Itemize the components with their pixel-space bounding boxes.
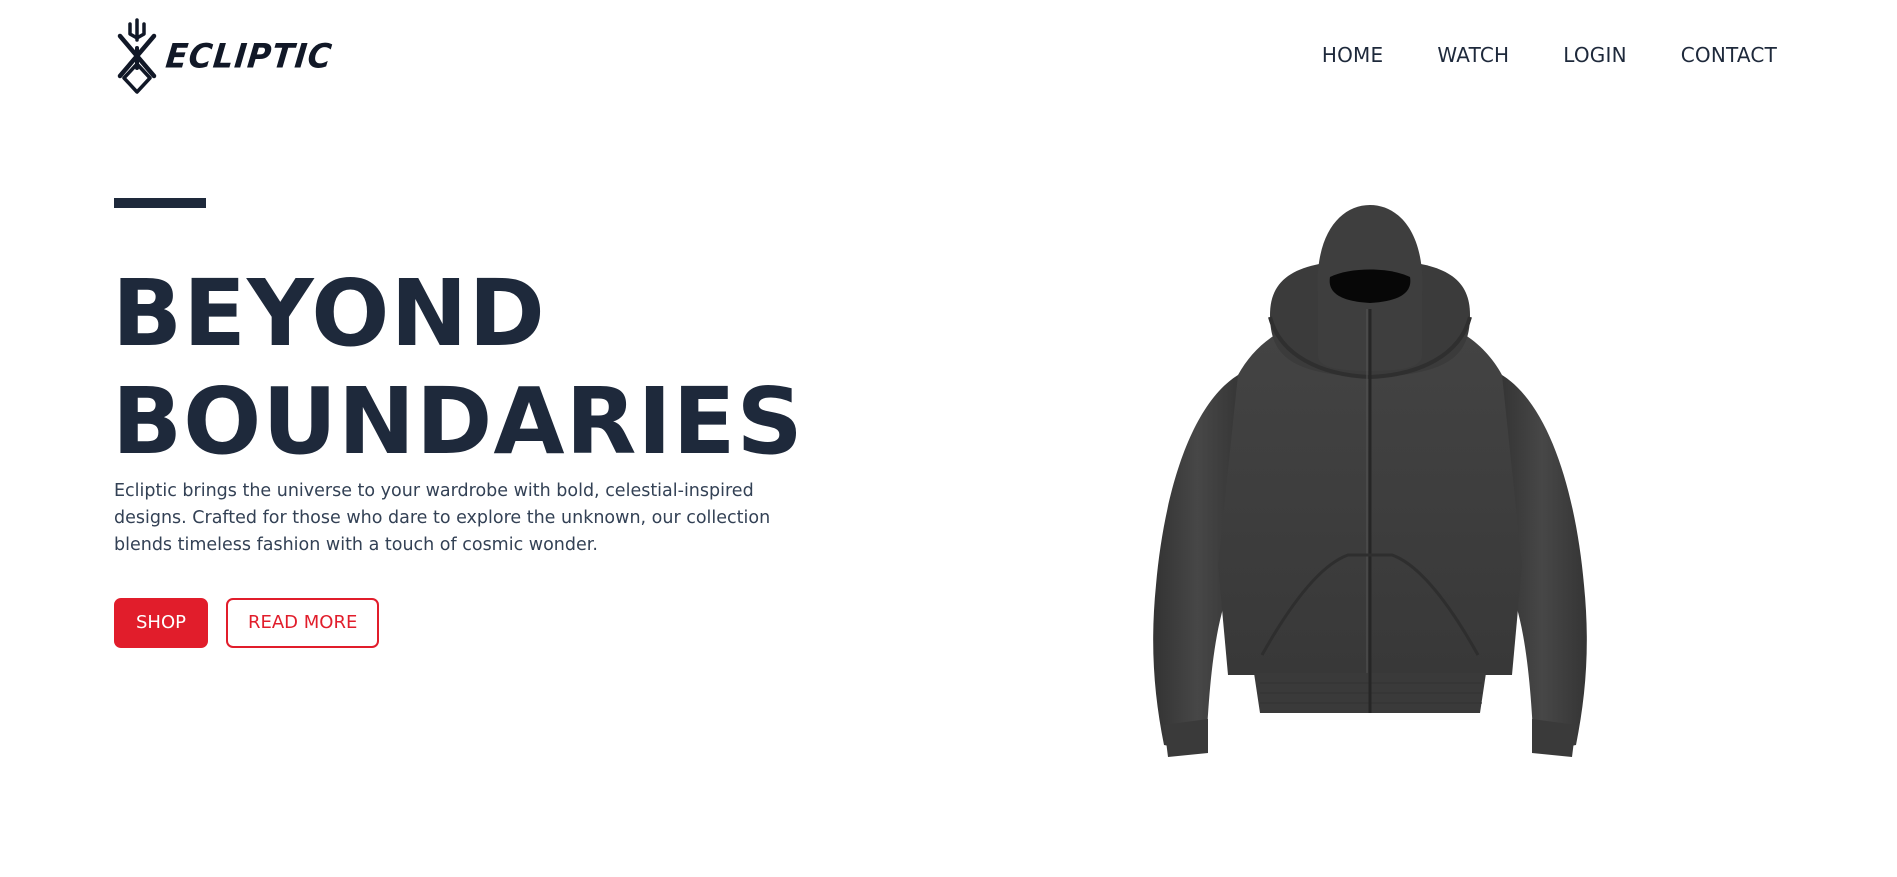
nav-item-contact[interactable]: CONTACT bbox=[1681, 40, 1777, 70]
brand-sigil-icon bbox=[117, 18, 157, 94]
nav-item-login[interactable]: LOGIN bbox=[1563, 40, 1627, 70]
site-header: ECLIPTIC HOME WATCH LOGIN CONTACT bbox=[0, 0, 1897, 110]
shop-button[interactable]: SHOP bbox=[114, 598, 208, 648]
landing-page: ECLIPTIC HOME WATCH LOGIN CONTACT BEYOND… bbox=[0, 0, 1897, 877]
main-nav: HOME WATCH LOGIN CONTACT bbox=[1322, 40, 1777, 70]
read-more-button[interactable]: READ MORE bbox=[225, 598, 380, 648]
hero-description: Ecliptic brings the universe to your war… bbox=[114, 481, 771, 555]
hero-title-line-1: BEYOND bbox=[112, 260, 546, 367]
hero-actions: SHOP READ MORE bbox=[114, 598, 380, 648]
accent-bar bbox=[114, 198, 206, 208]
brand-logo[interactable]: ECLIPTIC bbox=[114, 18, 334, 94]
hoodie-image bbox=[1153, 205, 1587, 757]
brand-wordmark: ECLIPTIC bbox=[163, 36, 335, 76]
hero-title-line-2: BOUNDARIES bbox=[112, 368, 804, 475]
nav-item-home[interactable]: HOME bbox=[1322, 40, 1383, 70]
nav-item-watch[interactable]: WATCH bbox=[1437, 40, 1509, 70]
hero-title: BEYOND BOUNDARIES bbox=[112, 260, 804, 476]
